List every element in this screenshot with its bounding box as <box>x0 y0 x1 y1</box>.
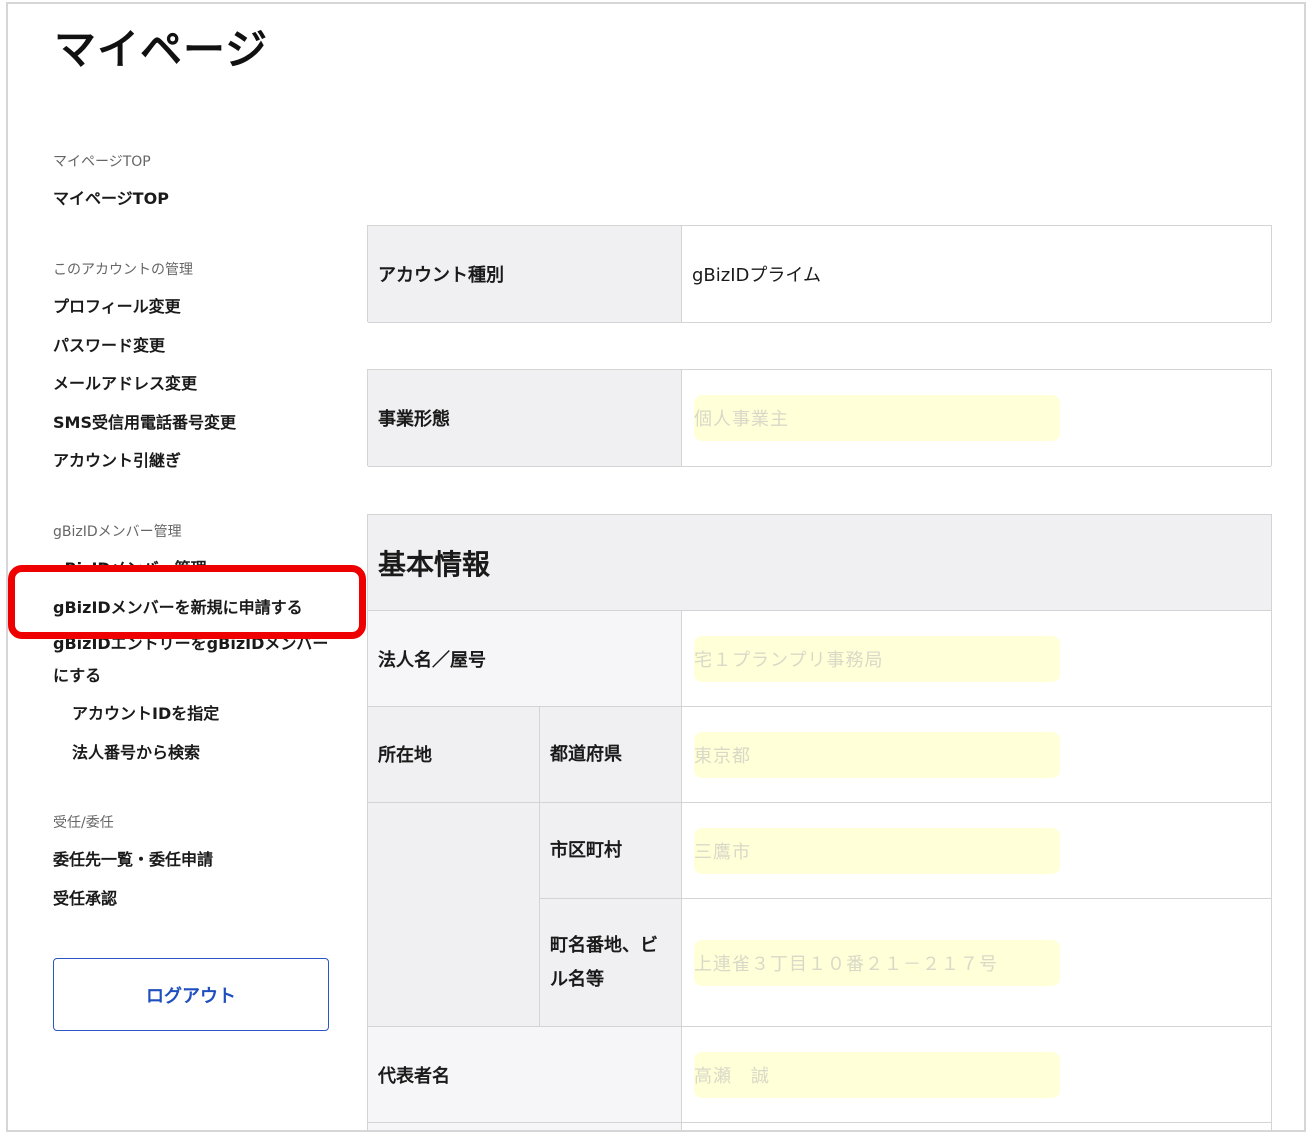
sidebar-heading-mypage: マイページTOP <box>53 154 151 170</box>
sidebar-item-accept-delegation[interactable]: 受任承認 <box>53 885 117 909</box>
table-row: 事業形態 個人事業主 <box>368 370 1271 467</box>
sidebar-heading-members: gBizIDメンバー管理 <box>53 524 182 540</box>
page-frame: マイページ マイページTOP マイページTOP このアカウントの管理 プロフィー… <box>6 2 1306 1132</box>
table-row: 法人名／屋号 宅１プランプリ事務局 <box>368 611 1271 707</box>
sidebar-item-profile[interactable]: プロフィール変更 <box>53 293 181 317</box>
sidebar-heading-delegation: 受任/委任 <box>53 815 114 831</box>
table-row <box>368 1123 1271 1130</box>
address-value-masked: 上連雀３丁目１０番２１－２１７号 <box>694 939 1060 986</box>
highlight-annotation-box <box>8 565 366 639</box>
sidebar-heading-account: このアカウントの管理 <box>53 262 193 278</box>
table-row: 町名番地、ビル名等 上連雀３丁目１０番２１－２１７号 <box>539 899 1271 1027</box>
sidebar-item-account-transfer[interactable]: アカウント引継ぎ <box>53 447 181 471</box>
table-row: アカウント種別 gBizIDプライム <box>368 226 1271 323</box>
sidebar-item-specify-account-id[interactable]: アカウントIDを指定 <box>72 700 219 724</box>
sidebar-item-delegation-list[interactable]: 委任先一覧・委任申請 <box>53 846 213 870</box>
business-form-value-masked: 個人事業主 <box>694 395 1060 441</box>
city-value-masked: 三鷹市 <box>694 827 1060 874</box>
address-label: 町名番地、ビル名等 <box>539 899 682 1026</box>
prefecture-value-masked: 東京都 <box>694 731 1060 778</box>
logout-button[interactable]: ログアウト <box>53 958 329 1031</box>
representative-label: 代表者名 <box>368 1027 682 1122</box>
business-form-table: 事業形態 個人事業主 <box>367 369 1272 467</box>
table-row: 代表者名 高瀬 誠 <box>368 1027 1271 1123</box>
sidebar-item-search-corp-number[interactable]: 法人番号から検索 <box>72 739 200 763</box>
basic-info-table: 基本情報 法人名／屋号 宅１プランプリ事務局 所在地 都道府県 東京都 市区町村… <box>367 514 1272 1130</box>
sidebar-item-sms-phone[interactable]: SMS受信用電話番号変更 <box>53 409 236 433</box>
representative-value-masked: 高瀬 誠 <box>694 1051 1060 1098</box>
sidebar-nav: マイページTOP マイページTOP このアカウントの管理 プロフィール変更 パス… <box>8 4 366 1130</box>
account-type-value: gBizIDプライム <box>692 265 822 286</box>
corp-name-label: 法人名／屋号 <box>368 611 682 706</box>
sidebar-item-mypage-top[interactable]: マイページTOP <box>53 185 169 209</box>
prefecture-label: 都道府県 <box>539 707 682 802</box>
account-type-label: アカウント種別 <box>368 226 682 322</box>
sidebar-item-password[interactable]: パスワード変更 <box>53 332 165 356</box>
basic-info-heading: 基本情報 <box>368 515 1271 611</box>
city-label: 市区町村 <box>539 803 682 898</box>
account-type-table: アカウント種別 gBizIDプライム <box>367 225 1272 323</box>
business-form-label: 事業形態 <box>368 370 682 466</box>
next-row-label <box>368 1123 682 1130</box>
sidebar-item-email[interactable]: メールアドレス変更 <box>53 370 197 394</box>
table-row: 都道府県 東京都 <box>368 707 1271 803</box>
table-row: 市区町村 三鷹市 <box>539 803 1271 899</box>
corp-name-value-masked: 宅１プランプリ事務局 <box>694 635 1060 682</box>
